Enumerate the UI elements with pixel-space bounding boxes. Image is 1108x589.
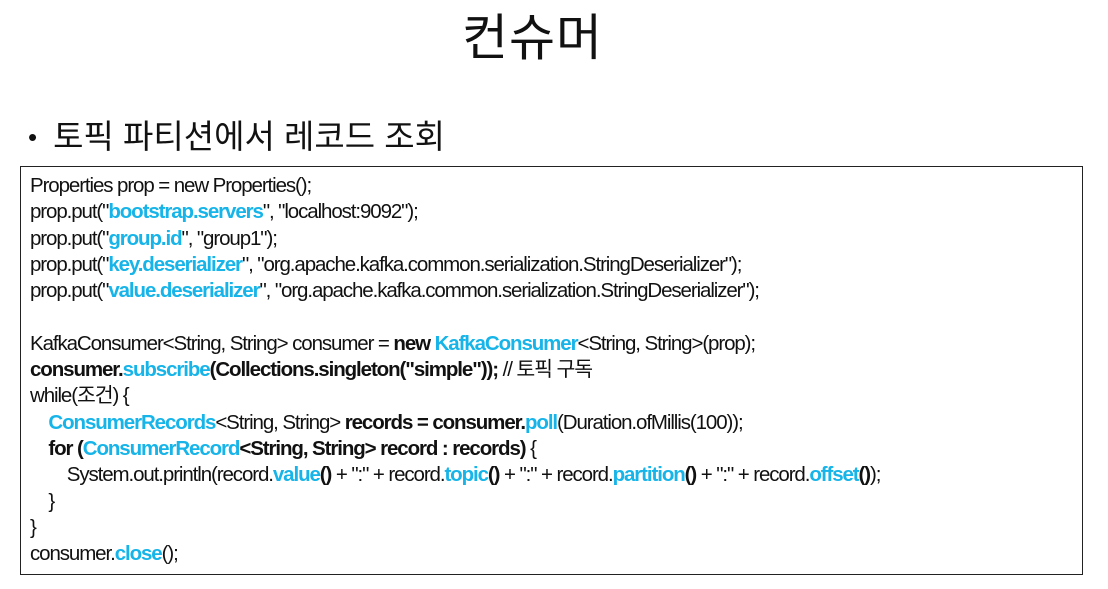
code-keyword: subscribe	[122, 358, 211, 382]
code-token: ", "org.apache.kafka.common.serializatio…	[259, 279, 760, 303]
code-keyword: ConsumerRecords	[48, 410, 216, 434]
code-token: <String, String> record : records)	[239, 436, 526, 460]
code-keyword: partition	[612, 463, 686, 487]
code-keyword: value.deserializer	[108, 279, 260, 303]
code-token: for (	[48, 436, 83, 460]
code-keyword: ConsumerRecord	[82, 436, 241, 460]
code-token: prop.put("	[30, 279, 109, 303]
code-keyword: key.deserializer	[108, 252, 243, 276]
code-line: for (ConsumerRecord<String, String> reco…	[30, 436, 1082, 462]
code-line: consumer.close();	[30, 541, 1082, 567]
code-keyword: poll	[524, 410, 558, 434]
bullet-text: 토픽 파티션에서 레코드 조회	[53, 118, 445, 155]
code-line: prop.put("key.deserializer", "org.apache…	[30, 252, 1082, 278]
bullet-item: • 토픽 파티션에서 레코드 조회	[28, 115, 445, 159]
code-line: Properties prop = new Properties();	[30, 173, 1082, 199]
code-token: <String, String>(prop);	[577, 331, 756, 355]
code-token: ", "org.apache.kafka.common.serializatio…	[241, 252, 743, 276]
code-keyword: topic	[444, 463, 489, 487]
code-token: KafkaConsumer<String, String> consumer =	[30, 331, 394, 355]
code-token: ();	[161, 542, 179, 566]
code-token: ()	[319, 463, 333, 487]
code-token: + ":" + record.	[499, 463, 614, 487]
code-token: );	[870, 463, 881, 487]
code-token: }	[30, 515, 37, 539]
bullet-marker: •	[28, 122, 38, 152]
code-token: records = consumer.	[344, 410, 526, 434]
code-line: prop.put("bootstrap.servers", "localhost…	[30, 199, 1082, 225]
code-line: ConsumerRecords<String, String> records …	[30, 410, 1082, 436]
code-token: Properties prop = new Properties();	[30, 174, 312, 197]
code-keyword: KafkaConsumer	[434, 331, 579, 355]
code-keyword: close	[114, 542, 163, 566]
code-token: prop.put("	[30, 226, 109, 250]
code-line: prop.put("value.deserializer", "org.apac…	[30, 278, 1082, 304]
code-token: ", "group1");	[181, 226, 278, 250]
code-line: while(조건) {	[30, 383, 1082, 409]
code-token: while(조건) {	[30, 384, 130, 408]
code-token: ()	[684, 463, 698, 487]
code-token: + ":" + record.	[696, 463, 811, 487]
code-keyword: value	[272, 463, 321, 487]
code-token: System.out.println(record.	[30, 463, 274, 487]
code-token: ", "localhost:9092");	[262, 200, 419, 224]
code-line: KafkaConsumer<String, String> consumer =…	[30, 331, 1082, 357]
code-token: }	[30, 489, 55, 513]
code-keyword: bootstrap.servers	[108, 200, 264, 224]
code-token: ()	[487, 463, 501, 487]
code-keyword: group.id	[108, 226, 182, 250]
code-token: consumer.	[30, 358, 124, 382]
code-token: consumer.	[30, 542, 116, 566]
code-line: prop.put("group.id", "group1");	[30, 226, 1082, 252]
code-token: (Collections.singleton("simple"));	[209, 358, 500, 382]
code-token: + ":" + record.	[331, 463, 446, 487]
code-token: ()	[858, 463, 872, 487]
code-token: // 토픽 구독	[498, 358, 594, 382]
code-line: }	[30, 515, 1082, 541]
code-line: }	[30, 489, 1082, 515]
code-token: prop.put("	[30, 200, 109, 224]
code-block: Properties prop = new Properties(); prop.…	[20, 166, 1083, 575]
code-line: consumer.subscribe(Collections.singleton…	[30, 357, 1082, 383]
code-token: new	[393, 331, 435, 355]
code-token: {	[525, 436, 537, 460]
code-token: <String, String>	[215, 410, 345, 434]
code-keyword: offset	[809, 463, 859, 487]
slide-title: 컨슈머	[462, 10, 603, 66]
code-token: prop.put("	[30, 252, 109, 276]
code-line: System.out.println(record.value() + ":" …	[30, 462, 1082, 488]
code-token: (Duration.ofMillis(100));	[557, 410, 744, 434]
